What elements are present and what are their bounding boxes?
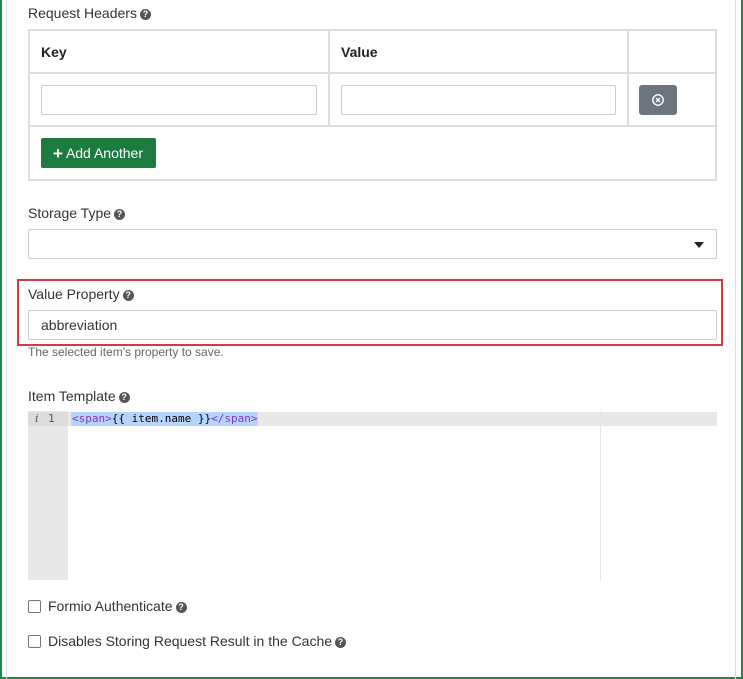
value-property-input[interactable]: abbreviation	[28, 310, 717, 340]
storage-type-select[interactable]	[28, 229, 717, 259]
help-icon[interactable]: ?	[118, 392, 130, 403]
plus-icon: +	[53, 143, 63, 163]
caret-down-icon	[694, 242, 704, 248]
line-number: 1	[48, 412, 55, 425]
disable-cache-label: Disables Storing Request Result in the C…	[48, 633, 347, 649]
item-template-label: Item Template?	[28, 388, 130, 404]
info-icon: i	[35, 412, 39, 425]
add-another-label: Add Another	[65, 145, 143, 161]
column-header-key: Key	[28, 29, 330, 74]
help-icon[interactable]: ?	[335, 637, 347, 648]
help-icon[interactable]: ?	[139, 9, 151, 20]
print-margin	[600, 411, 601, 580]
formio-authenticate-checkbox[interactable]	[28, 600, 41, 613]
value-property-label-text: Value Property	[28, 286, 120, 302]
code-open-tag: <span>	[72, 412, 112, 425]
code-content: {{ item.name }}	[111, 412, 212, 425]
panel-divider-left	[6, 0, 7, 679]
formio-authenticate-label-text: Formio Authenticate	[48, 598, 173, 614]
editor-gutter	[28, 411, 68, 580]
key-cell	[28, 72, 330, 127]
panel-divider-right	[735, 0, 736, 679]
add-row-cell: + Add Another	[28, 125, 717, 181]
header-value-input[interactable]	[341, 84, 616, 115]
code-line[interactable]: <span>{{ item.name }}</span>	[71, 412, 259, 426]
remove-circle-icon	[652, 93, 664, 106]
value-cell	[328, 72, 629, 127]
storage-type-label: Storage Type?	[28, 205, 126, 221]
formio-authenticate-label: Formio Authenticate?	[48, 598, 187, 614]
request-headers-table: Key Value + Add Another	[28, 29, 717, 181]
request-headers-label: Request Headers?	[28, 5, 151, 21]
code-close-tag: </span>	[211, 412, 258, 425]
add-row: + Add Another	[28, 125, 717, 181]
disable-cache-checkbox[interactable]	[28, 635, 41, 648]
remove-cell	[627, 72, 717, 127]
item-template-code-editor[interactable]: i 1 <span>{{ item.name }}</span>	[28, 411, 717, 580]
help-icon[interactable]: ?	[175, 602, 187, 613]
storage-type-label-text: Storage Type	[28, 205, 112, 221]
column-header-value: Value	[328, 29, 629, 74]
item-template-label-text: Item Template	[28, 388, 116, 404]
add-another-button[interactable]: + Add Another	[41, 138, 156, 168]
value-property-label: Value Property?	[28, 286, 134, 302]
disable-cache-label-text: Disables Storing Request Result in the C…	[48, 633, 333, 649]
table-row	[28, 72, 717, 127]
table-header-row: Key Value	[28, 29, 717, 74]
help-icon[interactable]: ?	[122, 290, 134, 301]
help-icon[interactable]: ?	[114, 209, 126, 220]
remove-row-button[interactable]	[639, 84, 677, 115]
request-headers-label-text: Request Headers	[28, 5, 137, 21]
column-header-actions	[627, 29, 717, 74]
value-property-description: The selected item's property to save.	[28, 345, 224, 359]
header-key-input[interactable]	[41, 84, 317, 115]
